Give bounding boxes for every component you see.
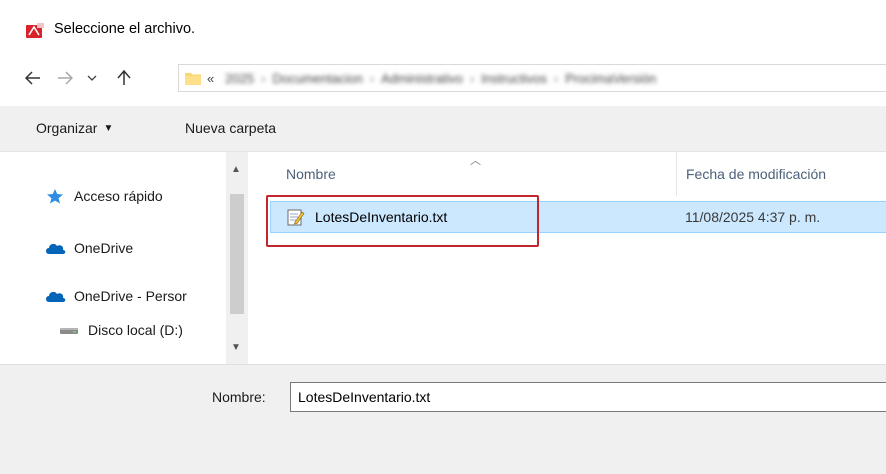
back-button[interactable] — [20, 64, 46, 92]
window-title: Seleccione el archivo. — [54, 21, 196, 37]
nav-item-label: Acceso rápido — [74, 188, 163, 204]
filename-label: Nombre: — [212, 389, 266, 405]
column-header-name[interactable]: Nombre — [286, 166, 336, 182]
caret-down-icon: ▼ — [103, 122, 114, 134]
nav-item-onedrive-personal[interactable]: OneDrive - Persor — [44, 288, 187, 304]
navigation-bar: « 2025 › Documentacion › Administrativo … — [0, 58, 886, 98]
up-button[interactable] — [112, 64, 136, 92]
breadcrumb-item[interactable]: ProcimaVersión — [562, 71, 659, 86]
breadcrumb-item[interactable]: Administrativo — [378, 71, 466, 86]
folder-icon — [185, 73, 201, 85]
nav-item-label: Disco local (D:) — [88, 322, 183, 338]
nav-item-label: OneDrive — [74, 240, 134, 256]
pin-star-icon — [44, 188, 66, 204]
command-bar: Organizar ▼ Nueva carpeta — [0, 106, 886, 152]
arrow-up-icon — [117, 70, 131, 85]
breadcrumb-item[interactable]: Documentacion — [270, 71, 366, 86]
drive-icon — [58, 322, 80, 338]
text-file-icon — [287, 209, 305, 226]
navigation-pane: Acceso rápido OneDrive OneDrive - Persor… — [0, 152, 248, 364]
title-bar: Seleccione el archivo. — [0, 0, 886, 58]
breadcrumb: 2025 › Documentacion › Administrativo › … — [222, 71, 659, 86]
cloud-icon — [44, 240, 66, 256]
arrow-right-icon — [58, 71, 73, 85]
breadcrumb-item[interactable]: Instructivos — [478, 71, 550, 86]
chevron-down-icon — [87, 75, 97, 81]
dialog-footer: Nombre: — [0, 364, 886, 474]
pdf-app-icon — [26, 23, 44, 38]
file-modified-date: 11/08/2025 4:37 p. m. — [685, 209, 821, 225]
breadcrumb-separator: › — [261, 70, 266, 86]
breadcrumb-separator: › — [469, 70, 475, 86]
column-header-date[interactable]: Fecha de modificación — [686, 166, 826, 182]
forward-button[interactable] — [52, 64, 78, 92]
nav-item-quick-access[interactable]: Acceso rápido — [44, 188, 163, 204]
sort-ascending-icon: ︿ — [470, 155, 481, 167]
organize-button[interactable]: Organizar ▼ — [36, 120, 113, 136]
breadcrumb-item[interactable]: 2025 — [222, 71, 257, 86]
breadcrumb-separator: › — [369, 70, 375, 86]
column-divider[interactable] — [676, 152, 677, 196]
organize-label: Organizar — [36, 120, 98, 136]
nav-scrollbar[interactable]: ▲ ▼ — [226, 152, 248, 364]
scroll-thumb[interactable] — [230, 194, 244, 314]
breadcrumb-separator: › — [553, 70, 559, 86]
scroll-up-icon[interactable]: ▲ — [231, 164, 241, 175]
nav-item-onedrive[interactable]: OneDrive — [44, 240, 133, 256]
nav-item-local-disk[interactable]: Disco local (D:) — [58, 322, 183, 338]
nav-item-label: OneDrive - Persor — [74, 288, 187, 304]
new-folder-button[interactable]: Nueva carpeta — [185, 120, 276, 136]
filename-input[interactable] — [290, 382, 886, 412]
file-row-selected[interactable]: LotesDeInventario.txt 11/08/2025 4:37 p.… — [270, 201, 886, 233]
address-overflow[interactable]: « — [207, 71, 214, 86]
column-header-row: ︿ Nombre Fecha de modificación — [248, 152, 886, 196]
file-name: LotesDeInventario.txt — [315, 209, 448, 225]
scroll-down-icon[interactable]: ▼ — [231, 342, 241, 353]
recent-locations-button[interactable] — [82, 64, 102, 92]
file-list: ︿ Nombre Fecha de modificación LotesDeIn… — [248, 152, 886, 364]
arrow-left-icon — [25, 71, 40, 85]
cloud-icon — [44, 288, 66, 304]
address-bar[interactable]: « 2025 › Documentacion › Administrativo … — [178, 64, 886, 92]
